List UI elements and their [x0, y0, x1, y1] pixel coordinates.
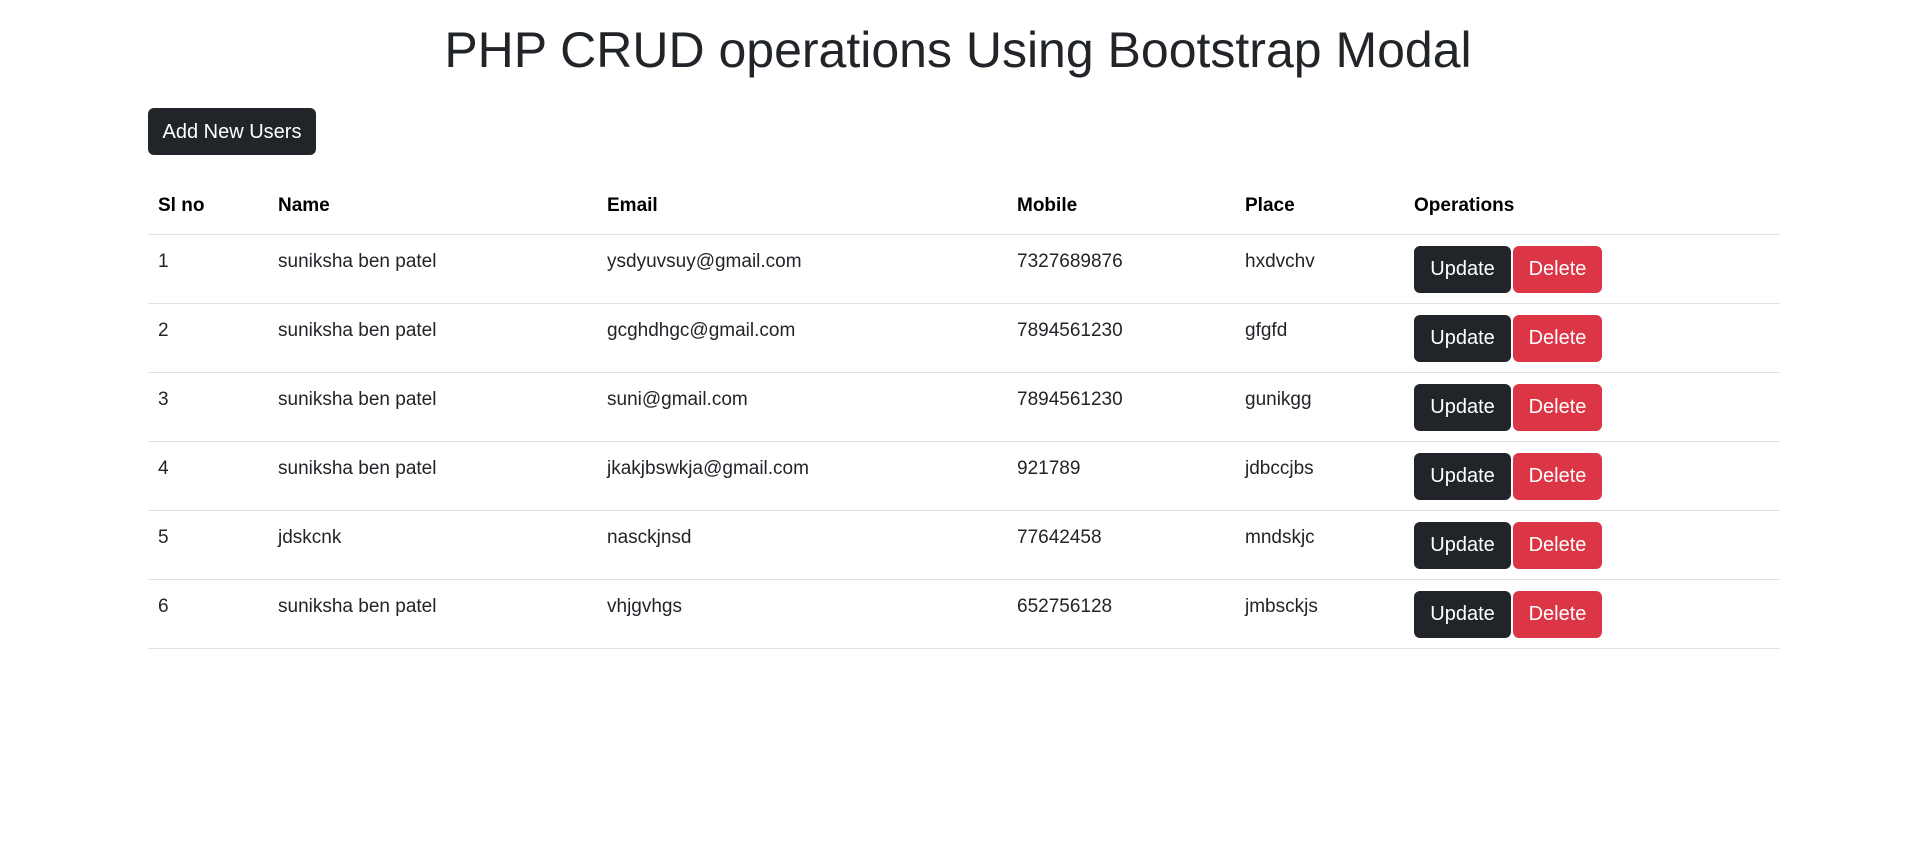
- delete-button[interactable]: Delete: [1513, 590, 1602, 638]
- email-text: suni@gmail.com: [607, 389, 748, 410]
- column-header-place: Place: [1235, 178, 1404, 235]
- table-row: 6 suniksha ben patel vhjgvhgs 652756128 …: [148, 579, 1780, 649]
- name-text: suniksha ben patel: [278, 251, 437, 272]
- cell-sl-no: 6: [148, 579, 268, 649]
- place-text: gunikgg: [1245, 389, 1312, 410]
- place-text: jdbccjbs: [1245, 458, 1314, 479]
- table-header: Sl no Name Email Mobile Place Operations: [148, 178, 1780, 235]
- cell-place: jdbccjbs: [1235, 441, 1404, 511]
- cell-email: ysdyuvsuy@gmail.com: [597, 234, 1007, 304]
- add-new-users-button[interactable]: Add New Users: [148, 108, 316, 155]
- email-text: ysdyuvsuy@gmail.com: [607, 251, 802, 272]
- cell-name: suniksha ben patel: [268, 579, 597, 649]
- cell-mobile: 77642458: [1007, 510, 1235, 580]
- cell-operations: Update Delete: [1404, 234, 1780, 304]
- cell-email: jkakjbswkja@gmail.com: [597, 441, 1007, 511]
- name-text: suniksha ben patel: [278, 320, 437, 341]
- cell-name: suniksha ben patel: [268, 234, 597, 304]
- cell-sl-no: 4: [148, 441, 268, 511]
- cell-operations: Update Delete: [1404, 372, 1780, 442]
- table-header-row: Sl no Name Email Mobile Place Operations: [148, 178, 1780, 235]
- mobile-text: 7327689876: [1017, 251, 1123, 272]
- sl-no-text: 4: [158, 458, 169, 479]
- name-text: suniksha ben patel: [278, 389, 437, 410]
- cell-name: suniksha ben patel: [268, 441, 597, 511]
- cell-operations: Update Delete: [1404, 441, 1780, 511]
- table-row: 2 suniksha ben patel gcghdhgc@gmail.com …: [148, 303, 1780, 373]
- update-button[interactable]: Update: [1414, 590, 1511, 638]
- delete-button[interactable]: Delete: [1513, 521, 1602, 569]
- cell-email: suni@gmail.com: [597, 372, 1007, 442]
- delete-button[interactable]: Delete: [1513, 245, 1602, 293]
- column-header-email: Email: [597, 178, 1007, 235]
- cell-mobile: 7894561230: [1007, 303, 1235, 373]
- place-text: gfgfd: [1245, 320, 1288, 341]
- table-row: 5 jdskcnk nasckjnsd 77642458 mndskjc Upd…: [148, 510, 1780, 580]
- name-text: suniksha ben patel: [278, 596, 437, 617]
- cell-email: gcghdhgc@gmail.com: [597, 303, 1007, 373]
- mobile-text: 921789: [1017, 458, 1081, 479]
- update-button[interactable]: Update: [1414, 521, 1511, 569]
- cell-place: jmbsckjs: [1235, 579, 1404, 649]
- column-header-sl-no: Sl no: [148, 178, 268, 235]
- place-text: jmbsckjs: [1245, 596, 1318, 617]
- name-text: suniksha ben patel: [278, 458, 437, 479]
- cell-sl-no: 3: [148, 372, 268, 442]
- update-button[interactable]: Update: [1414, 245, 1511, 293]
- table-row: 3 suniksha ben patel suni@gmail.com 7894…: [148, 372, 1780, 442]
- delete-button[interactable]: Delete: [1513, 383, 1602, 431]
- column-header-mobile: Mobile: [1007, 178, 1235, 235]
- update-button[interactable]: Update: [1414, 383, 1511, 431]
- mobile-text: 77642458: [1017, 527, 1102, 548]
- sl-no-text: 6: [158, 596, 169, 617]
- cell-email: nasckjnsd: [597, 510, 1007, 580]
- cell-email: vhjgvhgs: [597, 579, 1007, 649]
- email-text: jkakjbswkja@gmail.com: [607, 458, 809, 479]
- users-table: Sl no Name Email Mobile Place Operations…: [148, 178, 1780, 649]
- cell-mobile: 7327689876: [1007, 234, 1235, 304]
- delete-button[interactable]: Delete: [1513, 314, 1602, 362]
- email-text: gcghdhgc@gmail.com: [607, 320, 796, 341]
- name-text: jdskcnk: [278, 527, 342, 548]
- cell-sl-no: 2: [148, 303, 268, 373]
- place-text: hxdvchv: [1245, 251, 1315, 272]
- cell-sl-no: 1: [148, 234, 268, 304]
- sl-no-text: 5: [158, 527, 169, 548]
- place-text: mndskjc: [1245, 527, 1315, 548]
- table-row: 1 suniksha ben patel ysdyuvsuy@gmail.com…: [148, 234, 1780, 304]
- cell-place: mndskjc: [1235, 510, 1404, 580]
- cell-name: suniksha ben patel: [268, 303, 597, 373]
- email-text: nasckjnsd: [607, 527, 692, 548]
- mobile-text: 7894561230: [1017, 389, 1123, 410]
- cell-name: jdskcnk: [268, 510, 597, 580]
- column-header-name: Name: [268, 178, 597, 235]
- page-title: PHP CRUD operations Using Bootstrap Moda…: [444, 22, 1472, 78]
- delete-button[interactable]: Delete: [1513, 452, 1602, 500]
- table-body: 1 suniksha ben patel ysdyuvsuy@gmail.com…: [148, 234, 1780, 649]
- mobile-text: 652756128: [1017, 596, 1113, 617]
- sl-no-text: 1: [158, 251, 169, 272]
- cell-mobile: 921789: [1007, 441, 1235, 511]
- sl-no-text: 3: [158, 389, 169, 410]
- column-header-operations: Operations: [1404, 178, 1780, 235]
- cell-mobile: 7894561230: [1007, 372, 1235, 442]
- cell-operations: Update Delete: [1404, 303, 1780, 373]
- cell-mobile: 652756128: [1007, 579, 1235, 649]
- email-text: vhjgvhgs: [607, 596, 682, 617]
- cell-operations: Update Delete: [1404, 579, 1780, 649]
- mobile-text: 7894561230: [1017, 320, 1123, 341]
- cell-sl-no: 5: [148, 510, 268, 580]
- update-button[interactable]: Update: [1414, 314, 1511, 362]
- cell-place: hxdvchv: [1235, 234, 1404, 304]
- update-button[interactable]: Update: [1414, 452, 1511, 500]
- cell-place: gunikgg: [1235, 372, 1404, 442]
- sl-no-text: 2: [158, 320, 169, 341]
- cell-name: suniksha ben patel: [268, 372, 597, 442]
- table-row: 4 suniksha ben patel jkakjbswkja@gmail.c…: [148, 441, 1780, 511]
- cell-operations: Update Delete: [1404, 510, 1780, 580]
- cell-place: gfgfd: [1235, 303, 1404, 373]
- main-container: Add New Users Sl no Name Email Mobile Pl…: [148, 108, 1780, 649]
